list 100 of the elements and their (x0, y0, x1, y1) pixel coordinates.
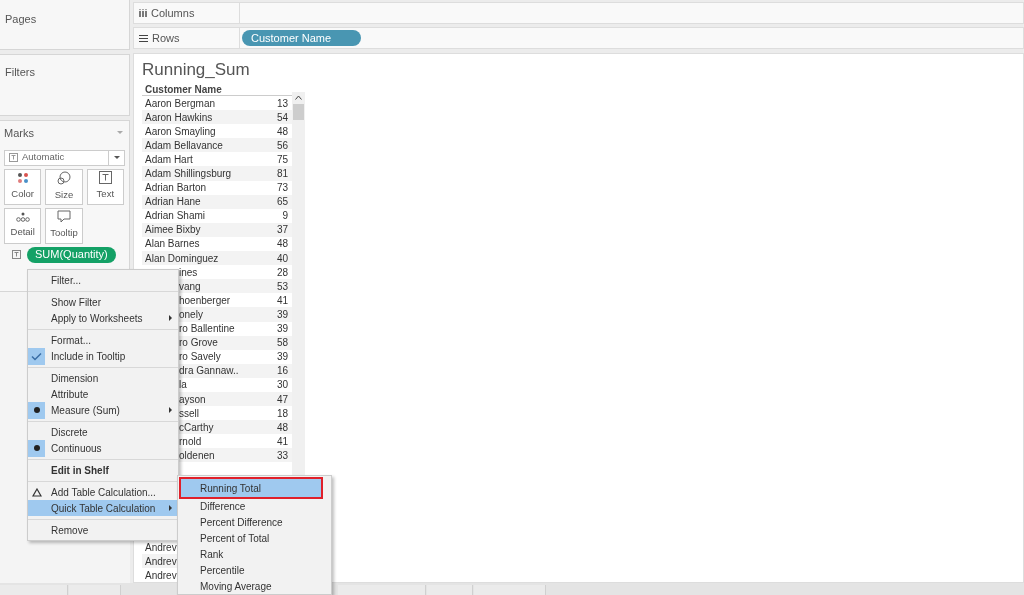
dropdown-caret-icon (114, 155, 120, 160)
size-shapes-icon (57, 170, 71, 185)
value-cell-text: 40 (276, 251, 288, 266)
row-header-cell-text: Adam Hart (145, 152, 193, 167)
row-header-cell-text: hoenberger (179, 293, 231, 308)
value-cell-text: 39 (276, 322, 288, 337)
columns-icon (139, 9, 147, 17)
row-header-cell-text: ines (179, 265, 198, 280)
menu-item[interactable]: Percentile (180, 562, 331, 578)
menu-item[interactable]: Add Table Calculation... (28, 484, 178, 500)
sheet-tab[interactable] (427, 585, 473, 595)
menu-item[interactable]: Include in Tooltip (28, 348, 178, 364)
value-cell-text: 54 (276, 110, 288, 125)
submenu-arrow-icon (169, 505, 172, 511)
menu-item[interactable]: Attribute (28, 386, 178, 402)
value-cell-text: 48 (276, 237, 288, 252)
rows-icon (139, 34, 148, 42)
value-cell-text: 13 (276, 96, 288, 111)
menu-item[interactable]: Percent Difference (180, 514, 331, 530)
column-header: Customer Name (142, 82, 292, 96)
menu-item[interactable]: Filter... (28, 272, 178, 288)
row-header-cell-text: vang (179, 279, 201, 294)
value-cell-text: 65 (276, 195, 288, 210)
marks-card-button[interactable]: Size (45, 168, 83, 205)
shelf-label: Rows (152, 30, 180, 46)
value-cell-text: 28 (276, 265, 288, 280)
menu-item[interactable]: Running Total (180, 478, 322, 498)
row-header-cell-text: Andrev (144, 540, 177, 555)
value-cell-text: 41 (276, 293, 288, 308)
value-cell-text: 33 (276, 448, 288, 463)
menu-item[interactable]: Edit in Shelf (28, 462, 178, 478)
detail-dots-icon (15, 211, 30, 222)
menu-item[interactable]: Quick Table Calculation (28, 500, 178, 516)
menu-item[interactable]: Apply to Worksheets (28, 310, 178, 326)
menu-item[interactable]: Continuous (28, 440, 178, 456)
sheet-tab[interactable] (69, 585, 121, 595)
value-cell-text: 48 (276, 420, 288, 435)
menu-item[interactable]: Dimension (28, 370, 178, 386)
sheet-title: Running_Sum (142, 59, 251, 81)
row-header-cell-text: dra Gannaw.. (179, 364, 239, 379)
dropdown-caret-icon[interactable] (117, 131, 123, 136)
value-cell-text: 56 (276, 138, 288, 153)
row-header-cell-text: Adrian Hane (145, 195, 201, 210)
row-header-cell-text: Alan Dominguez (145, 251, 219, 266)
submenu-arrow-icon (169, 315, 172, 321)
row-header-cell-text: Adrian Barton (145, 181, 207, 196)
marks-card-button[interactable]: Color (4, 168, 42, 205)
value-cell-text: 58 (276, 336, 288, 351)
sheet-tab[interactable] (0, 585, 68, 595)
row-header-cell-text: Alan Barnes (145, 237, 200, 252)
row-header-cell-text: onely (179, 307, 203, 322)
row-header-cell-text: Aaron Smayling (145, 124, 216, 139)
menu-item[interactable]: Rank (180, 546, 331, 562)
menu-item[interactable]: Percent of Total (180, 530, 331, 546)
scroll-thumb[interactable] (293, 104, 304, 120)
sheet-tab[interactable] (338, 585, 426, 595)
sheet-tab[interactable] (474, 585, 546, 595)
marks-card-button[interactable]: Tooltip (45, 207, 83, 244)
value-cell-text: 53 (276, 279, 288, 294)
marks-card-button[interactable]: Detail (4, 207, 42, 244)
value-cell-text: 30 (276, 378, 288, 393)
value-cell-text: 81 (276, 167, 288, 181)
mark-type-dropdown[interactable]: Automatic (4, 149, 125, 166)
menu-item[interactable]: Measure (Sum) (28, 402, 178, 418)
row-header-cell-text: Aaron Hawkins (145, 110, 213, 125)
row-header-cell-text: Aimee Bixby (145, 223, 201, 238)
value-cell-text: 16 (276, 364, 288, 379)
value-cell-text: 9 (282, 209, 288, 224)
menu-item[interactable]: Format... (28, 332, 178, 348)
value-cell-text: 37 (276, 223, 288, 238)
row-header-cell-text: ro Savely (179, 350, 221, 365)
value-cell-text: 48 (276, 124, 288, 139)
shelf-label: Columns (151, 5, 195, 21)
menu-item[interactable]: Difference (180, 498, 331, 514)
row-header-cell-text: Andrev (144, 554, 177, 569)
marks-card-button[interactable]: Text (86, 168, 124, 205)
row-header-cell-text: ro Ballentine (179, 322, 235, 337)
menu-item[interactable]: Show Filter (28, 294, 178, 310)
menu-item[interactable]: Discrete (28, 424, 178, 440)
panel-title: Pages (5, 13, 37, 25)
panel-title: Marks (4, 126, 34, 141)
row-header-cell-text: Andrev (144, 568, 177, 583)
value-cell-text: 39 (276, 307, 288, 322)
row-header-cell-text: ssell (179, 406, 199, 421)
value-cell-text: 41 (276, 434, 288, 449)
delta-icon (32, 487, 42, 497)
row-header-cell-text: ro Grove (179, 336, 218, 351)
menu-item[interactable]: Moving Average (180, 578, 331, 594)
submenu-arrow-icon (169, 407, 172, 413)
value-cell-text: 73 (276, 181, 288, 196)
row-header-cell-text: Adrian Shami (145, 209, 206, 224)
row-header-cell-text: cCarthy (179, 420, 214, 435)
value-cell-text: 18 (276, 406, 288, 421)
row-header-cell-text: Adam Bellavance (145, 138, 223, 153)
row-header-cell-text: la (179, 378, 187, 393)
panel-title: Filters (5, 66, 35, 78)
text-mark-icon (9, 153, 18, 162)
menu-item[interactable]: Remove (28, 522, 178, 538)
value-cell-text: 47 (276, 392, 288, 407)
speech-bubble-icon (57, 210, 71, 224)
